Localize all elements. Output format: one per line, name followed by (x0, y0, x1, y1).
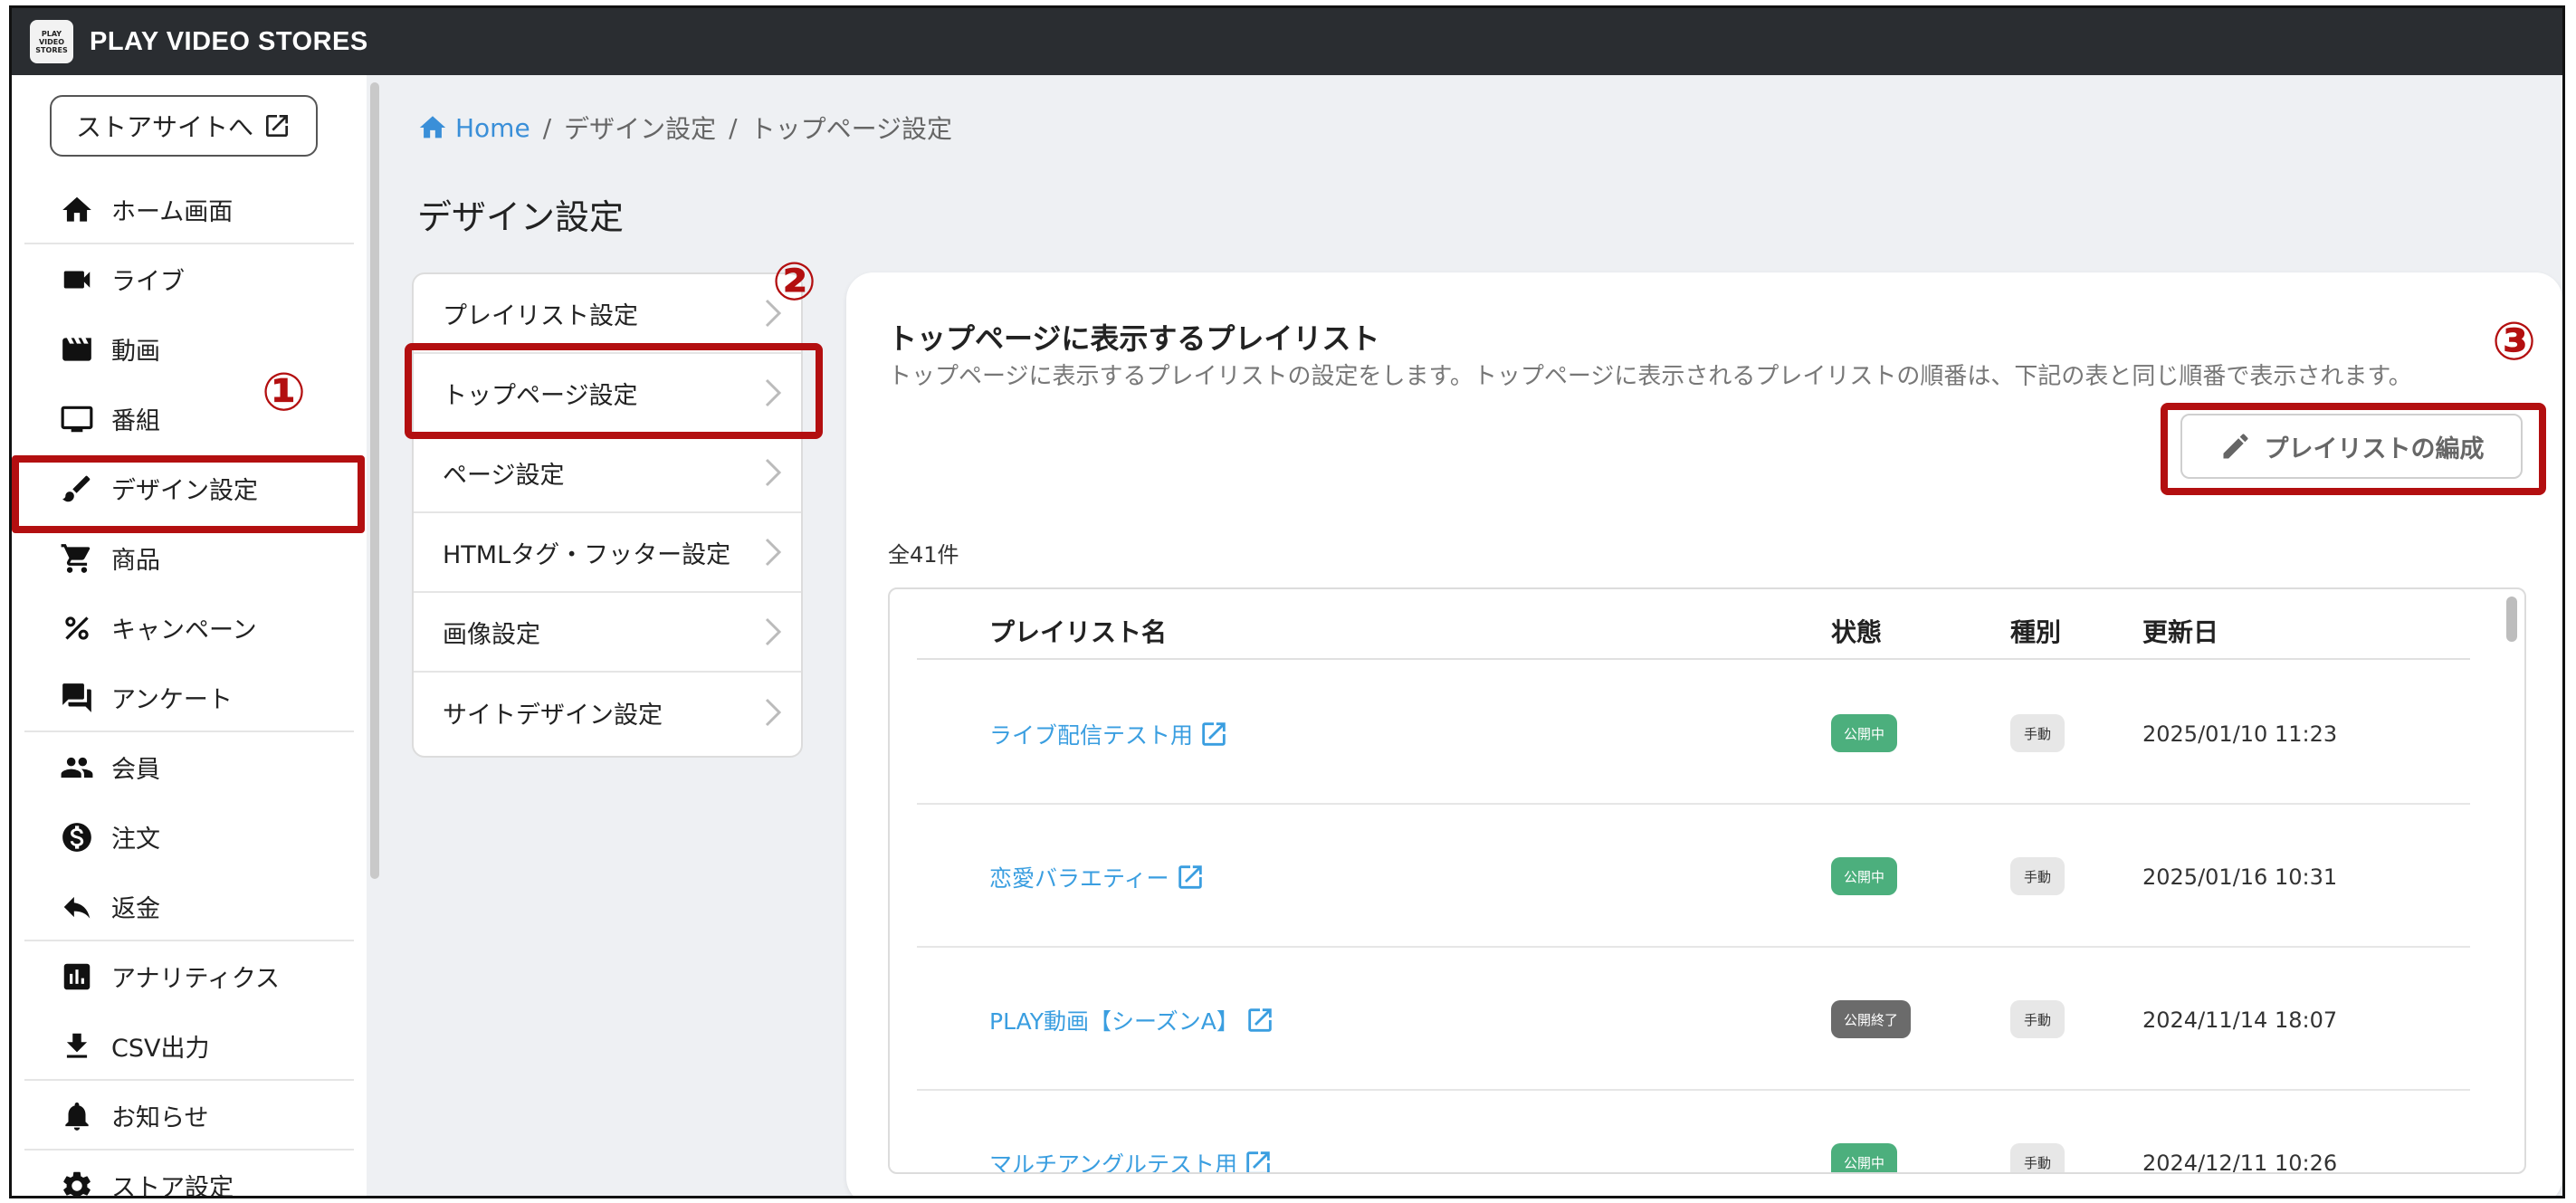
updated-date: 2024/12/11 10:26 (2142, 1150, 2338, 1174)
sidebar-item-home[interactable]: ホーム画面 (12, 175, 367, 244)
sidebar-item-live[interactable]: ライブ (12, 244, 367, 314)
sidebar-item-campaign[interactable]: キャンペーン (12, 593, 367, 663)
type-badge: 手動 (2010, 1000, 2065, 1038)
movie-icon (57, 331, 97, 368)
sidebar: ストアサイトへ ホーム画面 ライブ 動画 番組 デザイン設定 商品 キャンペーン… (12, 75, 367, 1196)
updated-date: 2025/01/16 10:31 (2142, 864, 2338, 890)
sidebar-item-analytics[interactable]: アナリティクス (12, 941, 367, 1011)
card-title: トップページに表示するプレイリスト (888, 321, 1380, 356)
home-icon (57, 192, 97, 228)
annotation-number-3: ③ (2492, 310, 2537, 372)
table-header: プレイリスト名 状態 種別 更新日 (917, 589, 2470, 660)
reply-icon (57, 889, 97, 925)
breadcrumb-design[interactable]: デザイン設定 (564, 110, 716, 146)
annotation-box-2 (405, 343, 823, 439)
sidebar-nav: ホーム画面 ライブ 動画 番組 デザイン設定 商品 キャンペーン アンケート 会… (12, 175, 367, 1196)
open-in-new-icon (1178, 865, 1202, 889)
type-badge: 手動 (2010, 1143, 2065, 1172)
playlist-name-link[interactable]: ライブ配信テスト用 (989, 718, 1229, 750)
sidebar-item-notice[interactable]: お知らせ (12, 1081, 367, 1150)
annotation-number-2: ② (772, 251, 817, 312)
playlist-name-link[interactable]: マルチアングルテスト用 (989, 1147, 1274, 1172)
submenu-html-footer-settings[interactable]: HTMLタグ・フッター設定 (414, 513, 801, 593)
table-row: ライブ配信テスト用 公開中 手動 2025/01/10 11:23 (917, 660, 2470, 805)
table-row: PLAY動画【シーズンA】 公開終了 手動 2024/11/14 18:07 (917, 946, 2470, 1091)
status-badge: 公開中 (1831, 714, 1898, 752)
open-in-new-icon (266, 115, 288, 137)
sidebar-item-orders[interactable]: 注文 (12, 802, 367, 872)
breadcrumb-separator: / (729, 112, 738, 143)
sidebar-item-members[interactable]: 会員 (12, 732, 367, 802)
submenu-site-design-settings[interactable]: サイトデザイン設定 (414, 673, 801, 752)
people-icon (57, 749, 97, 786)
type-badge: 手動 (2010, 857, 2065, 895)
analytics-icon (57, 959, 97, 995)
sidebar-item-videos[interactable]: 動画 (12, 314, 367, 384)
table-row: マルチアングルテスト用 公開中 手動 2024/12/11 10:26 (917, 1089, 2470, 1174)
chevron-right-icon (763, 616, 783, 647)
gear-icon (57, 1168, 97, 1196)
app-window: PLAY VIDEO STORES PLAY VIDEO STORES ストアサ… (9, 5, 2565, 1198)
download-icon (57, 1028, 97, 1065)
column-header-updated[interactable]: 更新日 (2142, 613, 2218, 649)
percent-icon (57, 610, 97, 646)
chevron-right-icon (763, 697, 783, 728)
sidebar-item-store-settings[interactable]: ストア設定 (12, 1150, 367, 1196)
submenu-playlist-settings[interactable]: プレイリスト設定 (414, 274, 801, 354)
status-badge: 公開中 (1831, 857, 1898, 895)
sidebar-item-survey[interactable]: アンケート (12, 663, 367, 732)
annotation-box-1 (12, 455, 365, 533)
store-site-button[interactable]: ストアサイトへ (50, 95, 318, 157)
sidebar-item-refund[interactable]: 返金 (12, 872, 367, 941)
dollar-icon (57, 819, 97, 855)
column-header-name[interactable]: プレイリスト名 (989, 613, 1167, 649)
breadcrumb-home[interactable]: Home (417, 112, 530, 143)
submenu-image-settings[interactable]: 画像設定 (414, 593, 801, 673)
brand-name[interactable]: PLAY VIDEO STORES (90, 27, 368, 57)
breadcrumb-current: トップページ設定 (749, 114, 953, 144)
breadcrumb-separator: / (542, 112, 552, 143)
open-in-new-icon (1248, 1008, 1272, 1032)
open-in-new-icon (1246, 1151, 1270, 1172)
breadcrumb: Home / デザイン設定 / トップページ設定 (417, 110, 952, 146)
home-icon (419, 116, 446, 138)
chevron-right-icon (763, 537, 783, 568)
submenu-page-settings[interactable]: ページ設定 (414, 434, 801, 513)
bell-icon (57, 1098, 97, 1134)
total-count: 全41件 (888, 542, 959, 568)
chevron-right-icon (763, 457, 783, 488)
column-header-status[interactable]: 状態 (1831, 613, 1882, 649)
cart-icon (57, 540, 97, 577)
forum-icon (57, 680, 97, 716)
page-title: デザイン設定 (417, 197, 625, 237)
sidebar-item-csv[interactable]: CSV出力 (12, 1011, 367, 1081)
status-badge: 公開中 (1831, 1143, 1898, 1172)
type-badge: 手動 (2010, 714, 2065, 752)
playlist-table: プレイリスト名 状態 種別 更新日 ライブ配信テスト用 公開中 手動 2025/… (888, 587, 2526, 1174)
annotation-box-3 (2161, 403, 2546, 495)
sidebar-item-products[interactable]: 商品 (12, 523, 367, 593)
sidebar-scrollbar[interactable] (370, 82, 379, 879)
playlist-name-link[interactable]: PLAY動画【シーズンA】 (989, 1004, 1275, 1036)
card-description: トップページに表示するプレイリストの設定をします。トップページに表示されるプレイ… (888, 363, 2412, 390)
brand-logo[interactable]: PLAY VIDEO STORES (30, 20, 73, 63)
tv-icon (57, 401, 97, 437)
videocam-icon (57, 262, 97, 298)
table-scrollbar[interactable] (2506, 597, 2517, 642)
table-row: 恋愛バラエティー 公開中 手動 2025/01/16 10:31 (917, 803, 2470, 948)
playlist-name-link[interactable]: 恋愛バラエティー (989, 861, 1206, 893)
open-in-new-icon (1202, 722, 1226, 746)
status-badge: 公開終了 (1831, 1000, 1912, 1038)
sidebar-item-programs[interactable]: 番組 (12, 384, 367, 454)
updated-date: 2025/01/10 11:23 (2142, 721, 2338, 747)
column-header-type[interactable]: 種別 (2010, 613, 2061, 649)
app-header: PLAY VIDEO STORES PLAY VIDEO STORES (12, 8, 2562, 75)
annotation-number-1: ① (262, 361, 307, 423)
updated-date: 2024/11/14 18:07 (2142, 1007, 2338, 1033)
